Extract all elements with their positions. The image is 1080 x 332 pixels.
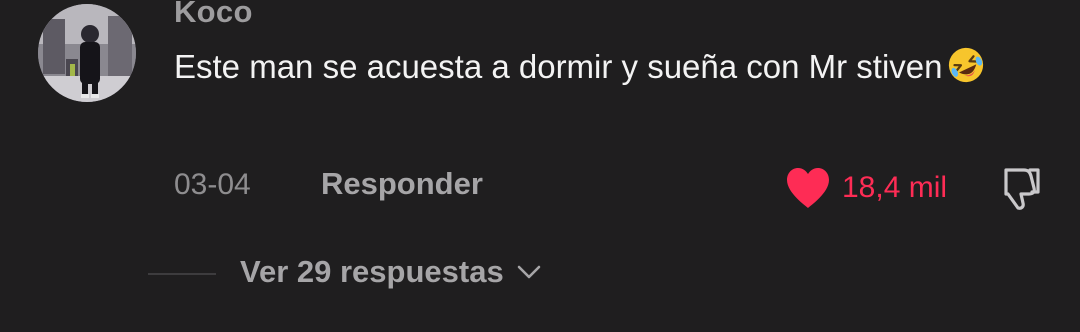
avatar[interactable]: [38, 4, 136, 102]
view-replies-button[interactable]: Ver 29 respuestas: [240, 254, 542, 290]
comment-text: Este man se acuesta a dormir y sueña con…: [174, 48, 943, 85]
comment-date: 03-04: [174, 168, 251, 201]
like-button[interactable]: 18,4 mil: [784, 162, 947, 214]
comment-username[interactable]: Koco: [174, 0, 253, 30]
rolling-on-the-floor-laughing-emoji: [948, 47, 983, 83]
comment-body: Este man se acuesta a dormir y sueña con…: [174, 42, 1024, 92]
heart-icon[interactable]: [784, 166, 832, 210]
replies-divider: [148, 273, 216, 275]
chevron-down-icon: [517, 265, 540, 279]
comment-item: Koco Este man se acuesta a dormir y sueñ…: [0, 0, 1080, 332]
view-replies-label: Ver 29 respuestas: [240, 254, 504, 289]
thumbs-down-icon[interactable]: [994, 166, 1042, 212]
avatar-image: [38, 4, 136, 102]
reply-button[interactable]: Responder: [321, 166, 483, 202]
like-count: 18,4 mil: [842, 171, 948, 204]
